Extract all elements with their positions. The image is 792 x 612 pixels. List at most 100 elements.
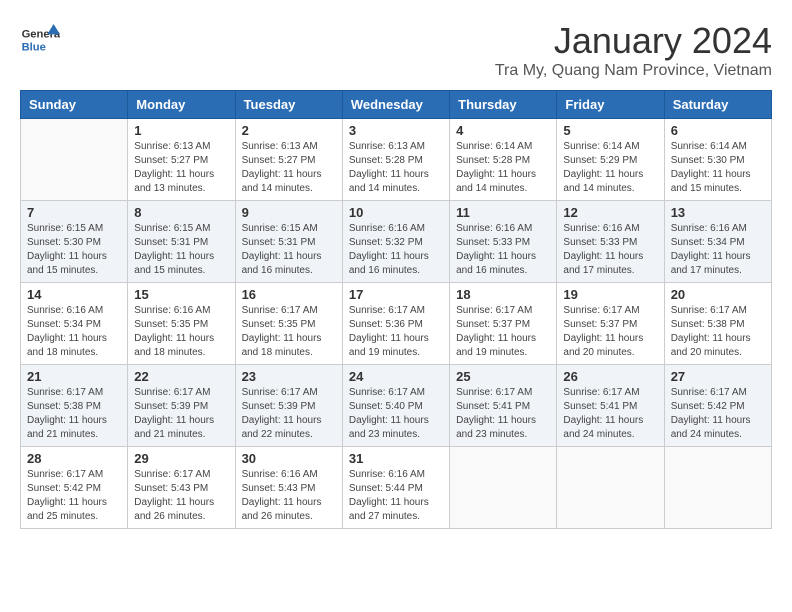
day-number: 19	[563, 287, 657, 302]
day-info: Sunrise: 6:16 AM Sunset: 5:34 PM Dayligh…	[27, 304, 121, 360]
day-number: 8	[134, 205, 228, 220]
calendar-cell: 30Sunrise: 6:16 AM Sunset: 5:43 PM Dayli…	[235, 447, 342, 529]
day-number: 28	[27, 451, 121, 466]
calendar-cell: 27Sunrise: 6:17 AM Sunset: 5:42 PM Dayli…	[664, 365, 771, 447]
calendar-cell	[450, 447, 557, 529]
day-number: 27	[671, 369, 765, 384]
calendar-cell: 20 Sunrise: 6:17 AM Sunset: 5:38 PM Dayli…	[664, 283, 771, 365]
day-info: Sunrise: 6:17 AM Sunset: 5:37 PM Dayligh…	[456, 304, 550, 360]
day-info: Sunrise: 6:17 AM Sunset: 5:39 PM Dayligh…	[242, 386, 336, 442]
day-number: 12	[563, 205, 657, 220]
calendar-cell: 14 Sunrise: 6:16 AM Sunset: 5:34 PM Dayli…	[21, 283, 128, 365]
logo-icon: General Blue	[20, 20, 60, 60]
day-info: Sunrise: 6:17 AM Sunset: 5:37 PM Dayligh…	[563, 304, 657, 360]
day-info: Sunrise: 6:16 AM Sunset: 5:35 PM Dayligh…	[134, 304, 228, 360]
calendar-cell: 8 Sunrise: 6:15 AM Sunset: 5:31 PM Daylig…	[128, 201, 235, 283]
day-number: 15	[134, 287, 228, 302]
week-row-1: 1 Sunrise: 6:13 AM Sunset: 5:27 PM Daylig…	[21, 119, 772, 201]
day-info: Sunrise: 6:17 AM Sunset: 5:36 PM Dayligh…	[349, 304, 443, 360]
day-number: 24	[349, 369, 443, 384]
day-info: Sunrise: 6:13 AM Sunset: 5:27 PM Dayligh…	[242, 140, 336, 196]
day-number: 21	[27, 369, 121, 384]
calendar-cell: 28 Sunrise: 6:17 AM Sunset: 5:42 PM Dayli…	[21, 447, 128, 529]
day-number: 11	[456, 205, 550, 220]
calendar-cell: 4 Sunrise: 6:14 AM Sunset: 5:28 PM Daylig…	[450, 119, 557, 201]
logo: General Blue	[20, 20, 64, 60]
calendar-cell: 12 Sunrise: 6:16 AM Sunset: 5:33 PM Dayli…	[557, 201, 664, 283]
calendar-cell: 21 Sunrise: 6:17 AM Sunset: 5:38 PM Dayli…	[21, 365, 128, 447]
header-thursday: Thursday	[450, 91, 557, 119]
week-row-5: 28 Sunrise: 6:17 AM Sunset: 5:42 PM Dayli…	[21, 447, 772, 529]
week-row-4: 21 Sunrise: 6:17 AM Sunset: 5:38 PM Dayli…	[21, 365, 772, 447]
day-number: 22	[134, 369, 228, 384]
calendar-cell: 2 Sunrise: 6:13 AM Sunset: 5:27 PM Daylig…	[235, 119, 342, 201]
day-number: 17	[349, 287, 443, 302]
day-number: 20	[671, 287, 765, 302]
day-number: 1	[134, 123, 228, 138]
page-header: General Blue January 2024 Tra My, Quang …	[20, 20, 772, 80]
calendar-cell: 13Sunrise: 6:16 AM Sunset: 5:34 PM Dayli…	[664, 201, 771, 283]
calendar-table: SundayMondayTuesdayWednesdayThursdayFrid…	[20, 90, 772, 529]
calendar-cell: 5Sunrise: 6:14 AM Sunset: 5:29 PM Daylig…	[557, 119, 664, 201]
day-info: Sunrise: 6:16 AM Sunset: 5:32 PM Dayligh…	[349, 222, 443, 278]
calendar-cell: 25 Sunrise: 6:17 AM Sunset: 5:41 PM Dayli…	[450, 365, 557, 447]
day-info: Sunrise: 6:17 AM Sunset: 5:35 PM Dayligh…	[242, 304, 336, 360]
header-saturday: Saturday	[664, 91, 771, 119]
calendar-cell: 10 Sunrise: 6:16 AM Sunset: 5:32 PM Dayli…	[342, 201, 449, 283]
day-info: Sunrise: 6:17 AM Sunset: 5:38 PM Dayligh…	[671, 304, 765, 360]
day-info: Sunrise: 6:15 AM Sunset: 5:30 PM Dayligh…	[27, 222, 121, 278]
location: Tra My, Quang Nam Province, Vietnam	[495, 62, 772, 80]
day-number: 29	[134, 451, 228, 466]
day-info: Sunrise: 6:16 AM Sunset: 5:44 PM Dayligh…	[349, 468, 443, 524]
day-info: Sunrise: 6:16 AM Sunset: 5:33 PM Dayligh…	[456, 222, 550, 278]
day-number: 14	[27, 287, 121, 302]
calendar-cell: 17 Sunrise: 6:17 AM Sunset: 5:36 PM Dayli…	[342, 283, 449, 365]
day-info: Sunrise: 6:17 AM Sunset: 5:41 PM Dayligh…	[456, 386, 550, 442]
day-info: Sunrise: 6:15 AM Sunset: 5:31 PM Dayligh…	[242, 222, 336, 278]
day-number: 10	[349, 205, 443, 220]
day-info: Sunrise: 6:17 AM Sunset: 5:40 PM Dayligh…	[349, 386, 443, 442]
calendar-cell: 16Sunrise: 6:17 AM Sunset: 5:35 PM Dayli…	[235, 283, 342, 365]
calendar-cell: 22 Sunrise: 6:17 AM Sunset: 5:39 PM Dayli…	[128, 365, 235, 447]
calendar-cell: 6Sunrise: 6:14 AM Sunset: 5:30 PM Daylig…	[664, 119, 771, 201]
calendar-header-row: SundayMondayTuesdayWednesdayThursdayFrid…	[21, 91, 772, 119]
calendar-cell: 9 Sunrise: 6:15 AM Sunset: 5:31 PM Daylig…	[235, 201, 342, 283]
calendar-cell: 3Sunrise: 6:13 AM Sunset: 5:28 PM Daylig…	[342, 119, 449, 201]
calendar-cell: 18 Sunrise: 6:17 AM Sunset: 5:37 PM Dayli…	[450, 283, 557, 365]
day-number: 5	[563, 123, 657, 138]
header-wednesday: Wednesday	[342, 91, 449, 119]
day-info: Sunrise: 6:17 AM Sunset: 5:39 PM Dayligh…	[134, 386, 228, 442]
day-info: Sunrise: 6:14 AM Sunset: 5:28 PM Dayligh…	[456, 140, 550, 196]
calendar-cell	[21, 119, 128, 201]
calendar-cell: 24 Sunrise: 6:17 AM Sunset: 5:40 PM Dayli…	[342, 365, 449, 447]
day-number: 23	[242, 369, 336, 384]
week-row-2: 7 Sunrise: 6:15 AM Sunset: 5:30 PM Daylig…	[21, 201, 772, 283]
day-info: Sunrise: 6:17 AM Sunset: 5:42 PM Dayligh…	[27, 468, 121, 524]
day-number: 6	[671, 123, 765, 138]
day-number: 9	[242, 205, 336, 220]
calendar-cell: 11 Sunrise: 6:16 AM Sunset: 5:33 PM Dayli…	[450, 201, 557, 283]
day-info: Sunrise: 6:17 AM Sunset: 5:38 PM Dayligh…	[27, 386, 121, 442]
day-info: Sunrise: 6:13 AM Sunset: 5:28 PM Dayligh…	[349, 140, 443, 196]
svg-text:Blue: Blue	[22, 41, 46, 53]
day-info: Sunrise: 6:16 AM Sunset: 5:33 PM Dayligh…	[563, 222, 657, 278]
day-number: 26	[563, 369, 657, 384]
day-number: 2	[242, 123, 336, 138]
calendar-cell: 7 Sunrise: 6:15 AM Sunset: 5:30 PM Daylig…	[21, 201, 128, 283]
day-number: 4	[456, 123, 550, 138]
calendar-cell: 15 Sunrise: 6:16 AM Sunset: 5:35 PM Dayli…	[128, 283, 235, 365]
week-row-3: 14 Sunrise: 6:16 AM Sunset: 5:34 PM Dayli…	[21, 283, 772, 365]
day-number: 18	[456, 287, 550, 302]
day-info: Sunrise: 6:13 AM Sunset: 5:27 PM Dayligh…	[134, 140, 228, 196]
day-info: Sunrise: 6:17 AM Sunset: 5:43 PM Dayligh…	[134, 468, 228, 524]
title-section: January 2024 Tra My, Quang Nam Province,…	[495, 20, 772, 80]
calendar-cell: 31Sunrise: 6:16 AM Sunset: 5:44 PM Dayli…	[342, 447, 449, 529]
calendar-cell	[664, 447, 771, 529]
day-number: 30	[242, 451, 336, 466]
day-number: 25	[456, 369, 550, 384]
day-number: 7	[27, 205, 121, 220]
day-info: Sunrise: 6:15 AM Sunset: 5:31 PM Dayligh…	[134, 222, 228, 278]
calendar-cell: 1 Sunrise: 6:13 AM Sunset: 5:27 PM Daylig…	[128, 119, 235, 201]
calendar-cell: 26Sunrise: 6:17 AM Sunset: 5:41 PM Dayli…	[557, 365, 664, 447]
header-friday: Friday	[557, 91, 664, 119]
